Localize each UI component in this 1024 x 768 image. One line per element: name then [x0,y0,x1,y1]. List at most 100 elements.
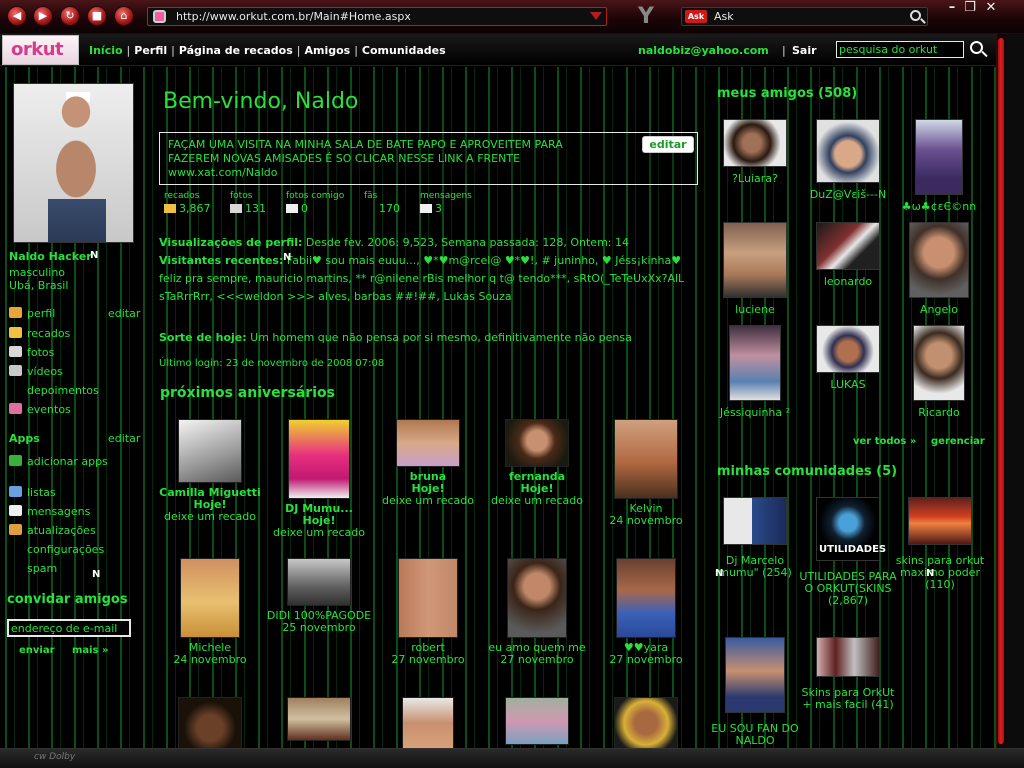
invite-email-input[interactable] [7,619,131,637]
friend-card[interactable]: LUKAS [802,325,894,391]
stop-icon[interactable]: ■ [87,6,107,26]
nav-profile[interactable]: Perfil [134,44,167,57]
community-photo[interactable]: UTILIDADES [816,497,886,561]
ask-search-box[interactable]: Ask Ask [681,7,928,26]
menu-spam[interactable]: spam [9,562,57,575]
stat-recados[interactable]: recados 3,867 [164,191,211,215]
friend-photo[interactable] [507,558,567,638]
birthday-card[interactable]: robert 27 novembro [373,558,483,666]
menu-depoimentos[interactable]: depoimentos [9,384,99,397]
friend-photo[interactable] [180,558,240,638]
page-scrollbar[interactable] [996,34,1006,748]
community-photo[interactable] [723,497,787,545]
friend-card[interactable]: ♣ω♣¢εЄ©nn [893,119,985,213]
menu-videos[interactable]: vídeos [9,365,63,378]
friend-photo[interactable] [287,697,351,741]
birthday-card[interactable]: fernanda Hoje! deixe um recado [482,419,592,507]
invite-more-link[interactable]: mais » [72,645,109,656]
birthday-card[interactable]: eu amo quem me 27 novembro [482,558,592,666]
friend-photo[interactable] [729,325,781,401]
birthday-card[interactable]: DJ Mumu... Hoje! deixe um recado [264,419,374,539]
birthday-card[interactable] [155,697,265,748]
minimize-icon[interactable]: – [944,1,960,15]
manage-friends-link[interactable]: gerenciar [931,436,985,447]
menu-listas[interactable]: listas [9,486,56,499]
birthday-card[interactable]: DIDI 100%PAGODE 25 novembro [264,558,374,634]
menu-mensagens[interactable]: mensagens [9,505,90,518]
friend-card[interactable]: Ricardo [893,325,985,419]
menu-configuracoes[interactable]: configurações [9,543,104,556]
user-email[interactable]: naldobiz@yahoo.com [638,44,769,57]
profile-edit-link[interactable]: editar [108,307,140,320]
maximize-icon[interactable]: ❐ [962,1,978,15]
friend-photo[interactable] [505,697,569,745]
community-photo[interactable] [908,497,972,545]
stat-mensagens[interactable]: mensagens 3 [420,191,472,215]
orkut-logo[interactable]: orkut [2,35,79,65]
friend-photo[interactable] [614,419,678,499]
friend-photo[interactable] [288,419,350,499]
friend-photo[interactable] [402,697,454,748]
see-all-friends-link[interactable]: ver todos » [853,436,916,447]
home-icon[interactable]: ⌂ [114,6,134,26]
back-icon[interactable]: ◀ [7,6,27,26]
friend-photo[interactable] [915,119,963,195]
profile-photo[interactable] [13,83,134,243]
menu-fotos[interactable]: fotos [9,346,54,359]
birthday-card[interactable] [482,697,592,748]
nav-communities[interactable]: Comunidades [362,44,446,57]
friends-title[interactable]: meus amigos (508) [717,86,857,101]
stat-fotos[interactable]: fotos 131 [230,191,266,215]
logout-link[interactable]: Sair [792,44,817,57]
friend-card[interactable]: luciene [709,222,801,316]
status-edit-button[interactable]: editar [642,136,694,153]
friend-photo[interactable] [505,419,569,467]
community-card[interactable]: Skins para OrkUt + mais facil (41) [798,637,898,711]
address-bar[interactable]: http://www.orkut.com.br/Main#Home.aspx [147,7,607,26]
reload-icon[interactable]: ↻ [60,6,80,26]
friend-photo[interactable] [398,558,458,638]
birthday-card[interactable]: ♥♥yara 27 novembro [591,558,701,666]
community-card[interactable]: EU SOU FAN DO NALDO PROSTITUTO [705,637,805,748]
menu-recados[interactable]: recados [9,327,70,340]
friend-card[interactable]: Angelo [893,222,985,316]
forward-icon[interactable]: ▶ [33,6,53,26]
url-text[interactable]: http://www.orkut.com.br/Main#Home.aspx [176,10,411,23]
community-card[interactable]: Dj Marcelo mumu" (254) [705,497,805,579]
community-card[interactable]: UTILIDADES UTILIDADES PARA O ORKUT(SKINS… [798,497,898,607]
friend-photo[interactable] [178,697,242,748]
nav-home[interactable]: Início [89,44,123,57]
friend-photo[interactable] [723,119,787,167]
invite-send-link[interactable]: enviar [19,645,55,656]
search-icon[interactable] [910,10,921,21]
friend-card[interactable]: Jéssiquinha ² [709,325,801,419]
birthday-card[interactable] [373,697,483,748]
birthday-card[interactable]: Kelvin 24 novembro [591,419,701,527]
birthday-card[interactable]: Michele 24 novembro [155,558,265,666]
orkut-search-input[interactable] [836,41,964,58]
stat-fas[interactable]: fãs 170 [364,191,400,215]
menu-perfil[interactable]: perfil [9,307,55,320]
apps-edit-link[interactable]: editar [108,432,140,445]
search-icon[interactable] [970,41,983,54]
communities-title[interactable]: minhas comunidades (5) [717,464,897,479]
profile-name[interactable]: Naldo Hacker [9,250,92,263]
friend-card[interactable]: DuZ@Vεiš---N [802,119,894,201]
nav-scrapbook[interactable]: Página de recados [179,44,293,57]
community-card[interactable]: skins para orkut maximo poder (110) [890,497,990,591]
friend-card[interactable]: leonardo [802,222,894,288]
url-dropdown-icon[interactable] [590,12,602,20]
friend-photo[interactable] [723,222,787,298]
friend-photo[interactable] [913,325,965,401]
close-icon[interactable]: ✕ [983,1,999,15]
friend-photo[interactable] [816,325,880,373]
menu-eventos[interactable]: eventos [9,403,71,416]
birthday-card[interactable] [264,697,374,745]
birthday-card[interactable] [591,697,701,748]
birthday-card[interactable]: bruna Hoje! deixe um recado [373,419,483,507]
friend-photo[interactable] [816,222,880,270]
menu-add-apps[interactable]: adicionar apps [9,455,108,468]
community-photo[interactable] [725,637,785,713]
scrollbar-thumb[interactable] [998,38,1004,744]
friend-photo[interactable] [178,419,242,483]
